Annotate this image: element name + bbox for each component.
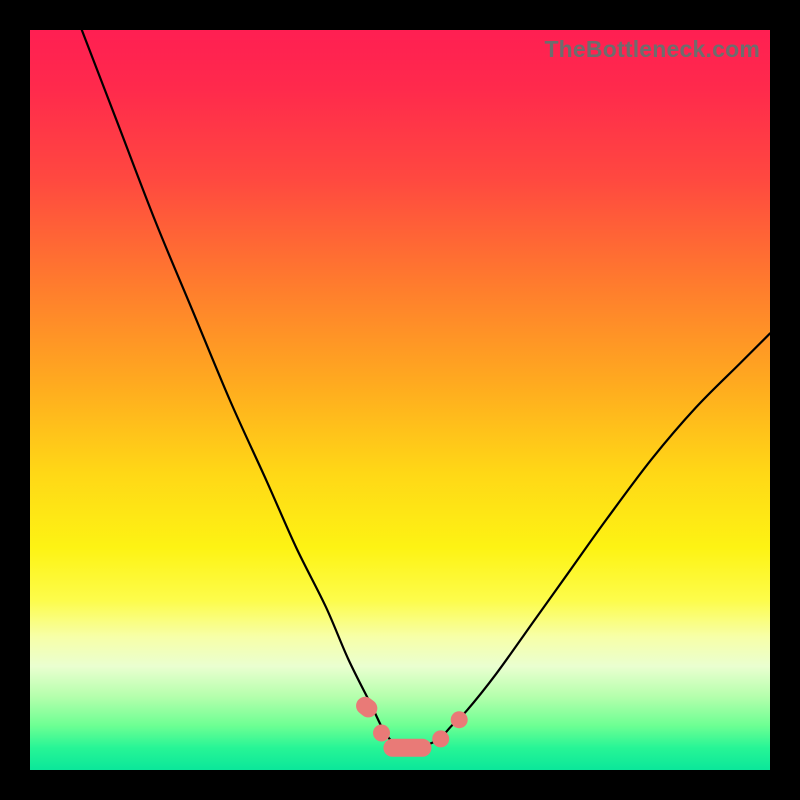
bead-pill <box>383 739 431 757</box>
bead-round <box>451 711 468 728</box>
bead-round <box>373 725 390 742</box>
bead-round <box>432 730 449 747</box>
curve-layer <box>30 30 770 770</box>
plot-area: TheBottleneck.com <box>30 30 770 770</box>
bottleneck-curve <box>82 30 770 749</box>
curve-beads <box>352 693 467 757</box>
chart-frame: TheBottleneck.com <box>0 0 800 800</box>
